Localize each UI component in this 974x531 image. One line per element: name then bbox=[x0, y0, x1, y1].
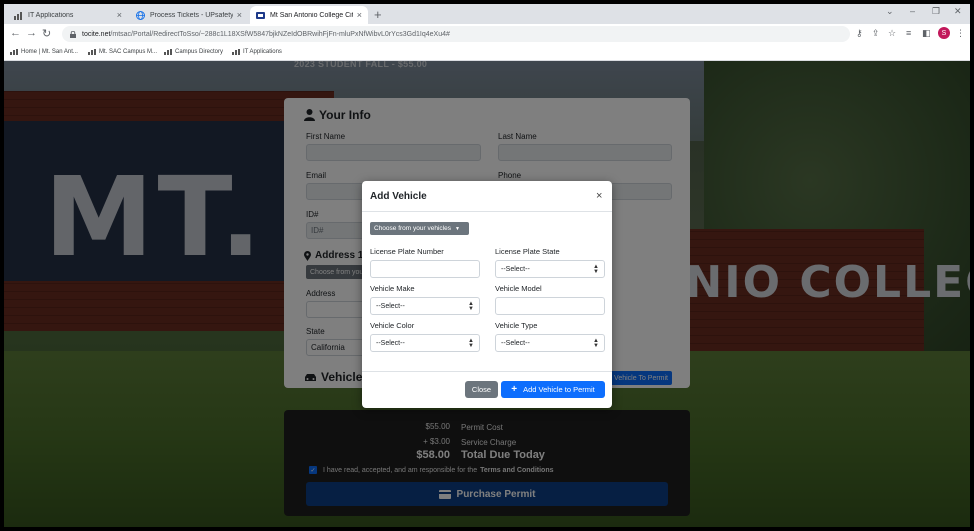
vehicle-color-value: --Select-- bbox=[376, 339, 405, 347]
url-host: tocite.net bbox=[82, 30, 111, 38]
add-vehicle-label: Add Vehicle to Permit bbox=[523, 385, 595, 394]
modal-header-divider bbox=[362, 211, 612, 212]
caret-down-icon: ▼ bbox=[454, 225, 460, 232]
plus-icon: + bbox=[511, 384, 518, 395]
address-bar[interactable]: tocite.net/mtsac/Portal/RedirectToSso/~2… bbox=[62, 26, 850, 42]
tab-mt-sac-citizen[interactable]: Mt San Antonio College Citizen × bbox=[250, 6, 368, 24]
key-icon[interactable]: ⚷ bbox=[856, 28, 863, 39]
chevron-down-icon[interactable]: ⌄ bbox=[886, 6, 894, 17]
vehicle-model-label: Vehicle Model bbox=[495, 284, 542, 293]
share-icon[interactable]: ⇪ bbox=[872, 28, 880, 39]
vehicle-make-label: Vehicle Make bbox=[370, 284, 415, 293]
reload-icon[interactable]: ↻ bbox=[42, 27, 51, 40]
browser-toolbar: ← → ↻ tocite.net/mtsac/Portal/RedirectTo… bbox=[4, 24, 970, 46]
modal-title: Add Vehicle bbox=[370, 191, 427, 202]
close-tab-icon[interactable]: × bbox=[117, 10, 122, 20]
new-tab-button[interactable]: + bbox=[374, 7, 382, 22]
vehicle-type-label: Vehicle Type bbox=[495, 321, 538, 330]
bookmark-label: Home | Mt. San Ant... bbox=[21, 49, 78, 55]
select-arrows-icon: ▲ ▼ bbox=[593, 264, 599, 275]
select-arrows-icon: ▲ ▼ bbox=[468, 338, 474, 349]
license-plate-state-label: License Plate State bbox=[495, 247, 560, 256]
reading-list-icon[interactable]: ≡ bbox=[906, 28, 911, 38]
tab-label: Process Tickets - UPsafety Cloud bbox=[150, 11, 233, 19]
bookmark-it-applications[interactable]: IT Applications bbox=[232, 49, 282, 55]
tab-strip: IT Applications × Process Tickets - UPsa… bbox=[4, 4, 970, 24]
vehicle-color-label: Vehicle Color bbox=[370, 321, 415, 330]
modal-footer-divider bbox=[362, 371, 612, 372]
chart-icon bbox=[88, 49, 96, 55]
bookmark-label: Campus Directory bbox=[175, 49, 224, 55]
vehicle-color-select[interactable]: --Select-- ▲ ▼ bbox=[370, 334, 480, 352]
vehicle-type-value: --Select-- bbox=[501, 339, 530, 347]
bookmark-label: IT Applications bbox=[243, 49, 282, 55]
url-path: /mtsac/Portal/RedirectToSso/~288c1L18XSf… bbox=[110, 30, 450, 38]
chart-icon bbox=[232, 49, 240, 55]
menu-kebab-icon[interactable]: ⋮ bbox=[956, 28, 965, 39]
tab-process-tickets[interactable]: Process Tickets - UPsafety Cloud × bbox=[130, 6, 248, 24]
select-arrows-icon: ▲ ▼ bbox=[593, 338, 599, 349]
back-icon[interactable]: ← bbox=[10, 27, 21, 39]
vehicle-type-select[interactable]: --Select-- ▲ ▼ bbox=[495, 334, 605, 352]
license-plate-state-select[interactable]: --Select-- ▲ ▼ bbox=[495, 260, 605, 278]
vehicle-make-select[interactable]: --Select-- ▲ ▼ bbox=[370, 297, 480, 315]
add-vehicle-to-permit-button[interactable]: + Add Vehicle to Permit bbox=[501, 381, 605, 398]
permit-page: MT. TONIO COLLEGE 2023 STUDENT FALL - $5… bbox=[4, 61, 970, 527]
close-window-icon[interactable]: ✕ bbox=[954, 6, 962, 17]
tab-label: Mt San Antonio College Citizen bbox=[270, 11, 353, 19]
lock-icon bbox=[70, 30, 76, 38]
star-icon[interactable]: ☆ bbox=[888, 28, 896, 39]
chart-icon bbox=[14, 11, 22, 20]
profile-avatar[interactable]: S bbox=[938, 27, 950, 39]
bookmark-campus-map[interactable]: Mt. SAC Campus M... bbox=[88, 49, 157, 55]
choose-vehicle-label: Choose from your vehicles bbox=[374, 225, 451, 232]
license-plate-state-value: --Select-- bbox=[501, 265, 530, 273]
forward-icon[interactable]: → bbox=[26, 27, 37, 39]
bookmark-campus-directory[interactable]: Campus Directory bbox=[164, 49, 223, 55]
license-plate-number-input[interactable] bbox=[370, 260, 480, 278]
chart-icon bbox=[164, 49, 172, 55]
tab-it-applications[interactable]: IT Applications × bbox=[8, 6, 128, 24]
globe-icon bbox=[136, 10, 145, 20]
license-plate-number-label: License Plate Number bbox=[370, 247, 444, 256]
portal-icon bbox=[256, 11, 265, 19]
select-arrows-icon: ▲ ▼ bbox=[468, 301, 474, 312]
add-vehicle-modal: Add Vehicle × Choose from your vehicles … bbox=[362, 181, 612, 408]
tab-label: IT Applications bbox=[28, 11, 74, 19]
restore-icon[interactable]: ❐ bbox=[932, 6, 940, 17]
chart-icon bbox=[10, 49, 18, 55]
close-icon[interactable]: × bbox=[596, 190, 602, 202]
choose-vehicle-dropdown[interactable]: Choose from your vehicles ▼ bbox=[370, 222, 469, 235]
vehicle-model-input[interactable] bbox=[495, 297, 605, 315]
close-button[interactable]: Close bbox=[465, 381, 498, 398]
close-tab-icon[interactable]: × bbox=[357, 10, 362, 20]
bookmark-label: Mt. SAC Campus M... bbox=[99, 49, 158, 55]
side-panel-icon[interactable]: ◧ bbox=[922, 28, 931, 39]
bookmark-home-mt-san-antonio[interactable]: Home | Mt. San Ant... bbox=[10, 49, 78, 55]
browser-window: IT Applications × Process Tickets - UPsa… bbox=[4, 4, 970, 527]
minimize-icon[interactable]: – bbox=[910, 6, 915, 16]
vehicle-make-value: --Select-- bbox=[376, 302, 405, 310]
close-tab-icon[interactable]: × bbox=[237, 10, 242, 20]
bookmarks-bar: Home | Mt. San Ant... Mt. SAC Campus M..… bbox=[4, 46, 970, 61]
